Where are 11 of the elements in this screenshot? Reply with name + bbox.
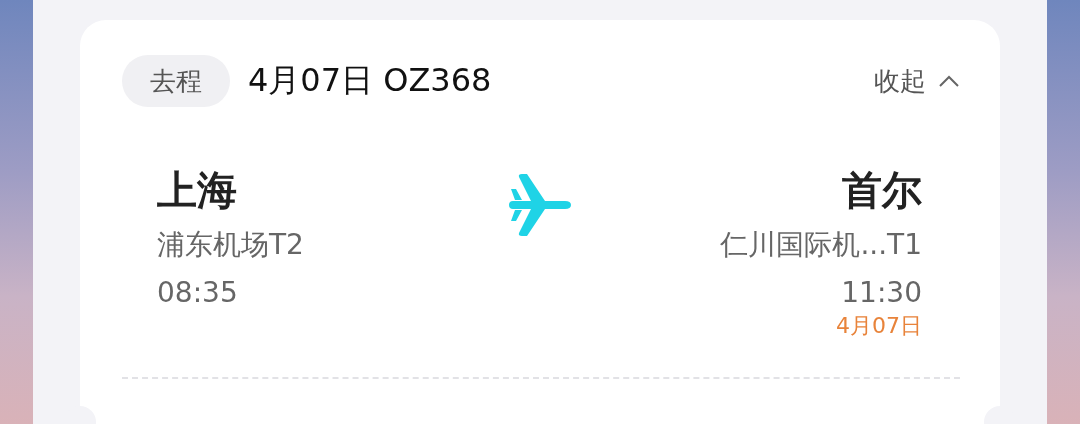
departure-city: 上海: [157, 166, 237, 215]
arrival-airport: 仁川国际机...T1: [720, 227, 922, 263]
trip-tag: 去程: [122, 55, 230, 107]
arrival-city: 首尔: [842, 166, 922, 215]
arrival-time: 11:30: [841, 275, 922, 311]
departure-time: 08:35: [157, 275, 238, 311]
departure-airport: 浦东机场T2: [157, 227, 304, 263]
arrival-date: 4月07日: [836, 312, 922, 340]
airplane-icon: [506, 173, 573, 237]
flight-title: 4月07日 OZ368: [248, 60, 492, 101]
collapse-button[interactable]: 收起: [874, 63, 960, 99]
